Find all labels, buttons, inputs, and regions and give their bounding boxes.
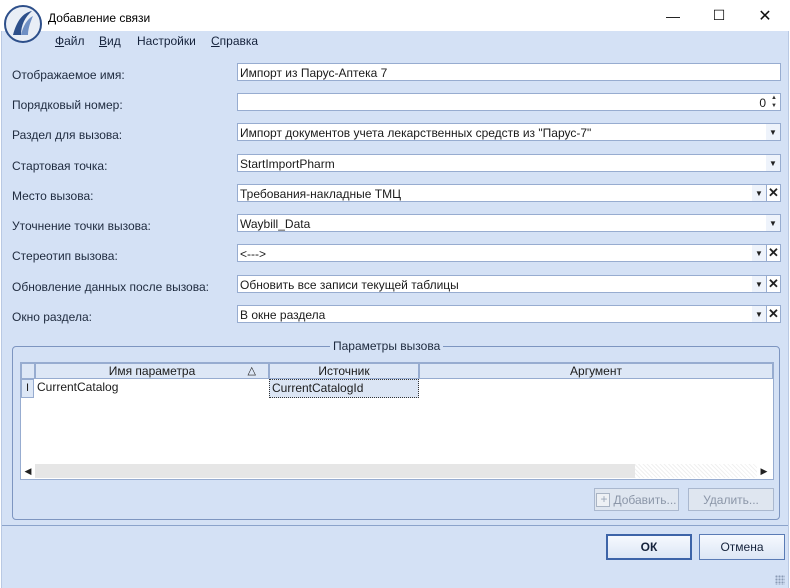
refresh-label: Обновление данных после вызова: — [12, 280, 209, 294]
cell-argument[interactable] — [419, 379, 773, 398]
minimize-icon: — — [666, 7, 680, 24]
dialog-body: Файл Вид Настройки Справка Отображаемое … — [1, 31, 789, 588]
stereotype-clear-icon[interactable]: ✕ — [766, 245, 780, 261]
stereotype-dropdown-icon[interactable]: ▼ — [752, 245, 766, 261]
call-point-spec-dropdown-icon[interactable]: ▼ — [766, 215, 780, 231]
order-value: 0 — [759, 96, 766, 110]
call-place-label: Место вызова: — [12, 189, 94, 203]
delete-param-button[interactable]: Удалить... — [688, 488, 774, 511]
close-button[interactable]: ✕ — [742, 0, 788, 31]
menu-file[interactable]: Файл — [55, 34, 85, 48]
horizontal-scrollbar[interactable]: ◀ ▶ — [21, 463, 773, 479]
spin-buttons[interactable]: ▲ ▼ — [769, 94, 779, 110]
call-place-dropdown-icon[interactable]: ▼ — [752, 185, 766, 201]
cancel-button[interactable]: Отмена — [699, 534, 785, 560]
call-place-value: Требования-накладные ТМЦ — [240, 187, 401, 201]
call-point-spec-select[interactable]: Waybill_Data ▼ — [237, 214, 781, 232]
refresh-clear-icon[interactable]: ✕ — [766, 276, 780, 292]
stereotype-value: <---> — [240, 247, 267, 261]
maximize-button[interactable]: ☐ — [696, 0, 742, 31]
window-label: Окно раздела: — [12, 310, 92, 324]
resize-grip-icon[interactable] — [775, 575, 785, 585]
order-stepper[interactable]: 0 ▲ ▼ — [237, 93, 781, 111]
start-point-label: Стартовая точка: — [12, 159, 108, 173]
grid-header: Имя параметра △ Источник Аргумент — [21, 363, 773, 379]
params-group-title: Параметры вызова — [330, 339, 444, 353]
start-point-value: StartImportPharm — [240, 157, 335, 171]
start-point-select[interactable]: StartImportPharm ▼ — [237, 154, 781, 172]
minimize-button[interactable]: — — [650, 0, 696, 31]
spin-down-icon[interactable]: ▼ — [769, 102, 779, 110]
call-place-clear-icon[interactable]: ✕ — [766, 185, 780, 201]
header-argument[interactable]: Аргумент — [419, 363, 773, 379]
menu-help[interactable]: Справка — [211, 34, 258, 48]
scroll-right-icon[interactable]: ▶ — [757, 463, 771, 479]
menu-settings[interactable]: Настройки — [137, 34, 196, 48]
call-place-select[interactable]: Требования-накладные ТМЦ ▼ ✕ — [237, 184, 781, 202]
menu-view[interactable]: Вид — [99, 34, 121, 48]
table-row[interactable]: I CurrentCatalog CurrentCatalogId — [21, 379, 773, 398]
spin-up-icon[interactable]: ▲ — [769, 94, 779, 102]
cell-param-name[interactable]: CurrentCatalog — [35, 379, 269, 398]
sort-asc-icon: △ — [247, 365, 256, 377]
header-source[interactable]: Источник — [269, 363, 419, 379]
header-param-name[interactable]: Имя параметра △ — [35, 363, 269, 379]
stereotype-label: Стереотип вызова: — [12, 249, 118, 263]
scroll-left-icon[interactable]: ◀ — [21, 463, 35, 479]
cell-source[interactable]: CurrentCatalogId — [269, 379, 419, 398]
call-point-spec-label: Уточнение точки вызова: — [12, 219, 151, 233]
window-clear-icon[interactable]: ✕ — [766, 306, 780, 322]
section-dropdown-icon[interactable]: ▼ — [766, 124, 780, 140]
header-indicator — [21, 363, 35, 379]
scroll-thumb[interactable] — [35, 464, 635, 478]
window-value: В окне раздела — [240, 308, 326, 322]
refresh-value: Обновить все записи текущей таблицы — [240, 278, 459, 292]
window-select[interactable]: В окне раздела ▼ ✕ — [237, 305, 781, 323]
refresh-dropdown-icon[interactable]: ▼ — [752, 276, 766, 292]
call-point-spec-value: Waybill_Data — [240, 217, 311, 231]
stereotype-select[interactable]: <---> ▼ ✕ — [237, 244, 781, 262]
section-label: Раздел для вызова: — [12, 128, 123, 142]
menu-bar: Файл Вид Настройки Справка — [2, 31, 788, 51]
scroll-track[interactable] — [635, 464, 757, 478]
row-cursor-icon: I — [21, 379, 34, 398]
add-icon — [596, 492, 611, 507]
app-logo-icon — [4, 5, 42, 43]
section-select[interactable]: Импорт документов учета лекарственных ср… — [237, 123, 781, 141]
title-bar: Добавление связи — ☐ ✕ — [0, 0, 790, 43]
display-name-value: Импорт из Парус-Аптека 7 — [240, 66, 388, 80]
params-grid[interactable]: Имя параметра △ Источник Аргумент I Curr… — [20, 362, 774, 480]
window-dropdown-icon[interactable]: ▼ — [752, 306, 766, 322]
add-param-button[interactable]: Добавить... — [594, 488, 679, 511]
order-label: Порядковый номер: — [12, 98, 123, 112]
window-title: Добавление связи — [48, 11, 151, 25]
close-icon: ✕ — [758, 7, 772, 25]
refresh-select[interactable]: Обновить все записи текущей таблицы ▼ ✕ — [237, 275, 781, 293]
divider — [2, 525, 788, 526]
display-name-label: Отображаемое имя: — [12, 68, 125, 82]
ok-button[interactable]: ОК — [606, 534, 692, 560]
section-value: Импорт документов учета лекарственных ср… — [240, 126, 592, 140]
display-name-input[interactable]: Импорт из Парус-Аптека 7 — [237, 63, 781, 81]
maximize-icon: ☐ — [712, 7, 726, 23]
start-point-dropdown-icon[interactable]: ▼ — [766, 155, 780, 171]
